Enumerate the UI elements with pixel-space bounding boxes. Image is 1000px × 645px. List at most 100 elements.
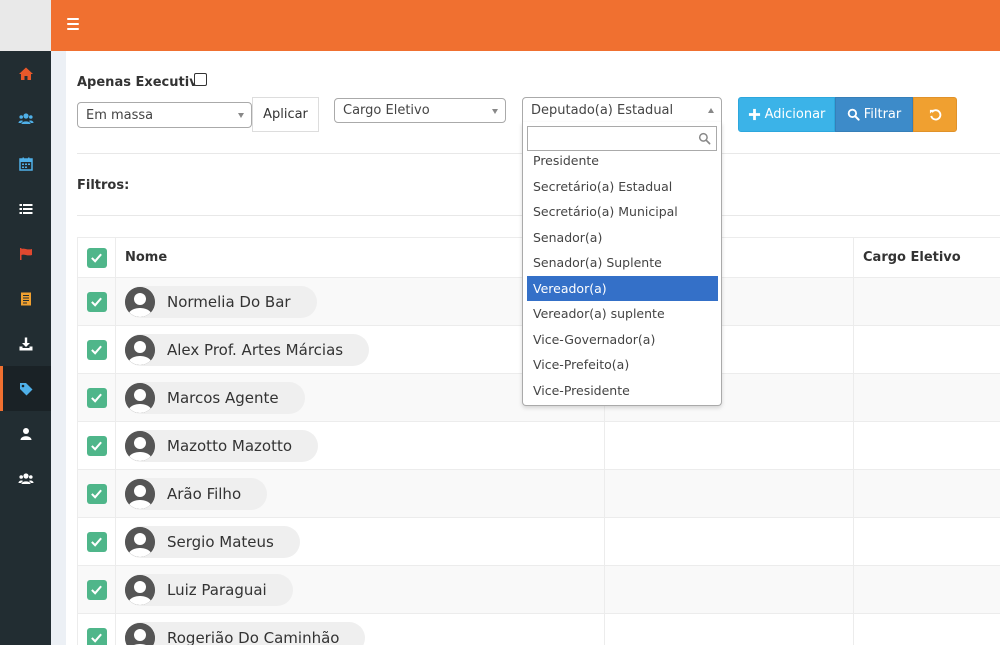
dropdown-option[interactable]: Secretário(a) Estadual	[527, 174, 718, 200]
row-checkbox[interactable]	[86, 435, 107, 456]
add-button[interactable]: Adicionar	[738, 97, 835, 132]
person-name: Mazotto Mazotto	[167, 436, 293, 455]
sidebar-item-home[interactable]	[0, 51, 51, 96]
caret-down-icon	[492, 108, 498, 114]
sidebar-item-user[interactable]	[0, 411, 51, 456]
cargo-cell	[854, 470, 1000, 517]
flag-icon	[18, 246, 34, 262]
row-checkbox[interactable]	[86, 483, 107, 504]
document-icon	[18, 291, 34, 307]
check-icon	[91, 297, 102, 307]
dropdown-option[interactable]: Senador(a) Suplente	[527, 250, 718, 276]
person-chip[interactable]: Mazotto Mazotto	[125, 429, 319, 462]
exec-only-checkbox[interactable]	[194, 73, 207, 86]
sidebar-item-list[interactable]	[0, 186, 51, 231]
check-icon	[91, 253, 102, 263]
dropdown-search-input[interactable]	[527, 126, 717, 151]
row-checkbox[interactable]	[86, 387, 107, 408]
table-row[interactable]: Arão Filho	[77, 470, 1000, 518]
dropdown-option[interactable]: Vice-Governador(a)	[527, 327, 718, 353]
row-checkbox[interactable]	[86, 339, 107, 360]
header-checkbox-cell	[78, 238, 116, 277]
sidebar-item-users[interactable]	[0, 96, 51, 141]
search-icon	[847, 108, 860, 121]
person-chip[interactable]: Sergio Mateus	[125, 525, 300, 558]
person-name: Marcos Agente	[167, 388, 279, 407]
top-header	[51, 0, 1000, 51]
bulk-action-select[interactable]: Em massa	[77, 102, 252, 128]
avatar-icon	[125, 334, 155, 365]
dropdown-option[interactable]: Secretário(a) Municipal	[527, 199, 718, 225]
filter-button-label: Filtrar	[863, 107, 902, 122]
person-name: Normelia Do Bar	[167, 292, 291, 311]
filter-button[interactable]: Filtrar	[835, 97, 913, 132]
sidebar-item-download[interactable]	[0, 321, 51, 366]
column-header-cargo[interactable]: Cargo Eletivo	[854, 238, 1000, 277]
exec-only-label: Apenas Executiva	[77, 75, 207, 90]
sidebar-item-group[interactable]	[0, 456, 51, 501]
table-row[interactable]: Luiz Paraguai	[77, 566, 1000, 614]
sidebar-item-tags[interactable]	[0, 366, 51, 411]
sidebar-item-calendar[interactable]	[0, 141, 51, 186]
action-button-group: Adicionar Filtrar	[738, 97, 957, 132]
caret-up-icon	[708, 108, 714, 113]
table-row[interactable]: Rogerião Do Caminhão	[77, 614, 1000, 645]
person-chip[interactable]: Arão Filho	[125, 477, 268, 510]
cargo-cell	[854, 566, 1000, 613]
avatar-icon	[125, 574, 155, 605]
plus-icon	[748, 108, 761, 121]
hamburger-icon[interactable]	[67, 18, 79, 30]
person-chip[interactable]: Luiz Paraguai	[125, 573, 293, 606]
person-chip[interactable]: Normelia Do Bar	[125, 285, 317, 318]
table-row[interactable]: Sergio Mateus	[77, 518, 1000, 566]
row-checkbox[interactable]	[86, 291, 107, 312]
dropdown-option[interactable]: Presidente	[527, 155, 718, 174]
cargo-filter-dropdown: Presidente Secretário(a) Estadual Secret…	[522, 122, 722, 406]
sidebar	[0, 0, 51, 645]
person-chip[interactable]: Alex Prof. Artes Márcias	[125, 333, 370, 366]
avatar-icon	[125, 526, 155, 557]
sidebar-item-document[interactable]	[0, 276, 51, 321]
main-content: Apenas Executiva Em massa Aplicar Cargo …	[66, 51, 1000, 645]
cargo-filter-select[interactable]: Deputado(a) Estadual	[522, 97, 722, 123]
download-icon	[18, 336, 34, 352]
bulk-action-value: Em massa	[86, 107, 154, 123]
sidebar-item-flag[interactable]	[0, 231, 51, 276]
cargo-eletivo-value: Cargo Eletivo	[343, 103, 430, 118]
undo-icon	[929, 108, 942, 121]
dropdown-option[interactable]: Vereador(a) suplente	[527, 301, 718, 327]
dropdown-option-highlighted[interactable]: Vereador(a)	[527, 275, 718, 301]
filters-label: Filtros:	[77, 178, 130, 193]
dropdown-option[interactable]: Vice-Prefeito(a)	[527, 352, 718, 378]
cargo-eletivo-select[interactable]: Cargo Eletivo	[334, 98, 506, 123]
sidebar-logo-area	[0, 0, 51, 51]
check-icon	[91, 441, 102, 451]
tag-icon	[18, 381, 34, 397]
calendar-icon	[18, 156, 34, 172]
avatar-icon	[125, 622, 155, 645]
reset-button[interactable]	[913, 97, 957, 132]
cargo-cell	[854, 278, 1000, 325]
add-button-label: Adicionar	[764, 107, 826, 122]
check-icon	[91, 489, 102, 499]
dropdown-option[interactable]: Vice-Presidente	[527, 378, 718, 404]
row-checkbox[interactable]	[86, 627, 107, 645]
row-checkbox[interactable]	[86, 579, 107, 600]
person-name: Luiz Paraguai	[167, 580, 267, 599]
select-all-checkbox[interactable]	[86, 247, 107, 268]
cargo-cell	[854, 518, 1000, 565]
person-chip[interactable]: Rogerião Do Caminhão	[125, 621, 366, 645]
apply-button[interactable]: Aplicar	[252, 97, 319, 132]
cargo-cell	[854, 374, 1000, 421]
row-checkbox[interactable]	[86, 531, 107, 552]
cargo-cell	[854, 326, 1000, 373]
table-row[interactable]: Mazotto Mazotto	[77, 422, 1000, 470]
avatar-icon	[125, 478, 155, 509]
person-name: Rogerião Do Caminhão	[167, 628, 340, 645]
dropdown-options: Presidente Secretário(a) Estadual Secret…	[527, 155, 718, 403]
person-chip[interactable]: Marcos Agente	[125, 381, 305, 414]
group-icon	[18, 471, 34, 487]
dropdown-option[interactable]: Senador(a)	[527, 225, 718, 251]
check-icon	[91, 537, 102, 547]
cargo-cell	[854, 614, 1000, 645]
